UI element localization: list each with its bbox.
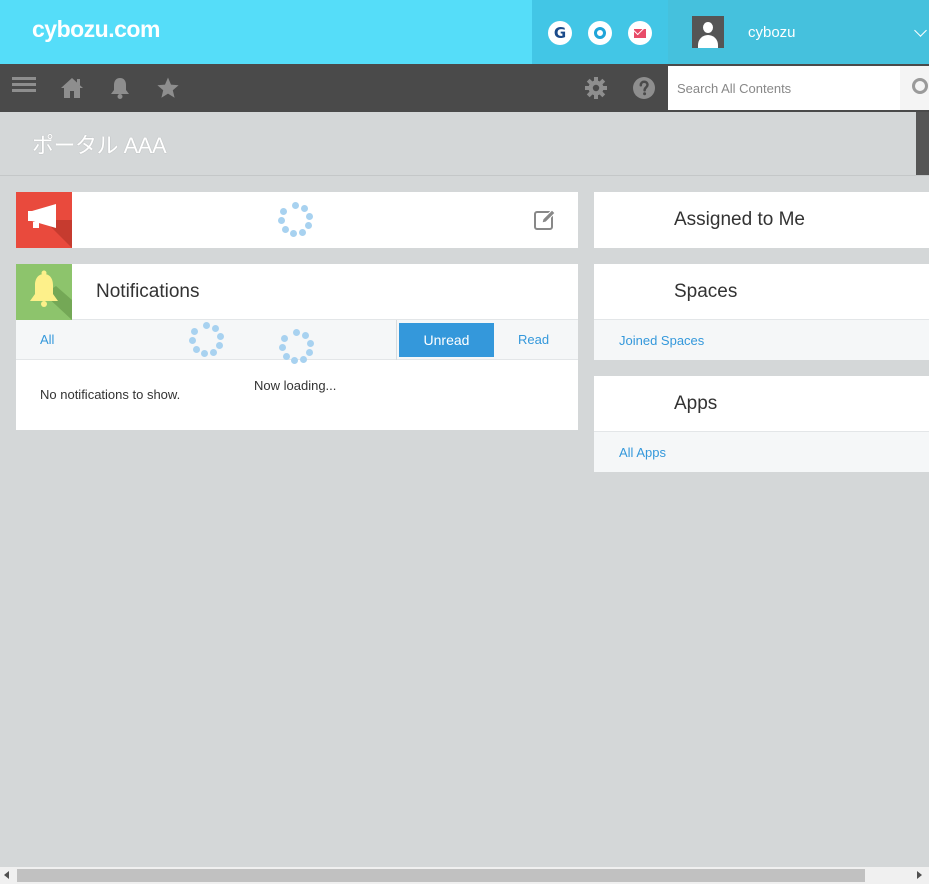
service-links: G bbox=[532, 0, 668, 64]
notifications-header: Notifications bbox=[16, 264, 578, 320]
apps-title: Apps bbox=[674, 393, 718, 414]
search-icon bbox=[912, 78, 928, 94]
scroll-right-icon[interactable] bbox=[917, 871, 922, 879]
all-apps-link[interactable]: All Apps bbox=[619, 445, 666, 460]
apps-links: All Apps bbox=[594, 432, 929, 472]
notifications-tabs: All Unread Read bbox=[16, 320, 578, 364]
search-button[interactable] bbox=[900, 66, 929, 110]
tab-divider bbox=[396, 320, 397, 360]
spaces-title: Spaces bbox=[674, 281, 738, 302]
announcement-widget bbox=[16, 192, 578, 248]
search-input[interactable] bbox=[668, 66, 900, 110]
office-icon[interactable] bbox=[588, 21, 612, 45]
tab-unread[interactable]: Unread bbox=[399, 323, 494, 357]
vertical-scrollbar-thumb[interactable] bbox=[916, 112, 929, 175]
megaphone-icon bbox=[16, 192, 72, 248]
gear-icon[interactable] bbox=[584, 76, 608, 100]
avatar bbox=[692, 16, 724, 48]
horizontal-scrollbar[interactable] bbox=[0, 867, 929, 884]
apps-widget: Apps All Apps bbox=[594, 376, 929, 472]
scrollbar-thumb[interactable] bbox=[17, 869, 865, 882]
cybozu-logo[interactable]: cybozu.com bbox=[32, 16, 160, 43]
spaces-header: Spaces bbox=[594, 264, 929, 320]
joined-spaces-link[interactable]: Joined Spaces bbox=[619, 333, 704, 348]
home-icon[interactable] bbox=[60, 76, 84, 100]
username: cybozu bbox=[748, 24, 796, 41]
assigned-title: Assigned to Me bbox=[674, 209, 805, 230]
bell-icon[interactable] bbox=[108, 76, 132, 100]
chevron-down-icon[interactable] bbox=[914, 24, 927, 37]
top-header: cybozu.com G cybozu bbox=[0, 0, 929, 64]
edit-icon[interactable] bbox=[533, 208, 557, 232]
scroll-left-icon[interactable] bbox=[4, 871, 9, 879]
star-icon[interactable] bbox=[156, 76, 180, 100]
empty-notifications-text: No notifications to show. bbox=[40, 387, 181, 402]
garoon-icon[interactable]: G bbox=[548, 21, 572, 45]
loading-spinner bbox=[278, 202, 314, 238]
bell-icon bbox=[16, 264, 72, 320]
loading-spinner bbox=[189, 322, 225, 358]
user-menu[interactable]: cybozu bbox=[668, 0, 929, 64]
notifications-title: Notifications bbox=[96, 281, 200, 302]
tab-all[interactable]: All bbox=[40, 332, 54, 347]
assigned-to-me-widget: Assigned to Me bbox=[594, 192, 929, 248]
notifications-widget: Notifications All Unread Read Now loadin… bbox=[16, 264, 578, 430]
loading-text: Now loading... bbox=[254, 378, 337, 393]
help-icon[interactable] bbox=[632, 76, 656, 100]
loading-spinner bbox=[279, 329, 315, 365]
page-title: ポータル AAA bbox=[32, 133, 167, 158]
mailwise-icon[interactable] bbox=[628, 21, 652, 45]
menu-icon[interactable] bbox=[12, 76, 36, 100]
spaces-widget: Spaces Joined Spaces bbox=[594, 264, 929, 360]
search-box bbox=[668, 66, 900, 110]
tab-read[interactable]: Read bbox=[518, 332, 549, 347]
apps-header: Apps bbox=[594, 376, 929, 432]
spaces-links: Joined Spaces bbox=[594, 320, 929, 360]
